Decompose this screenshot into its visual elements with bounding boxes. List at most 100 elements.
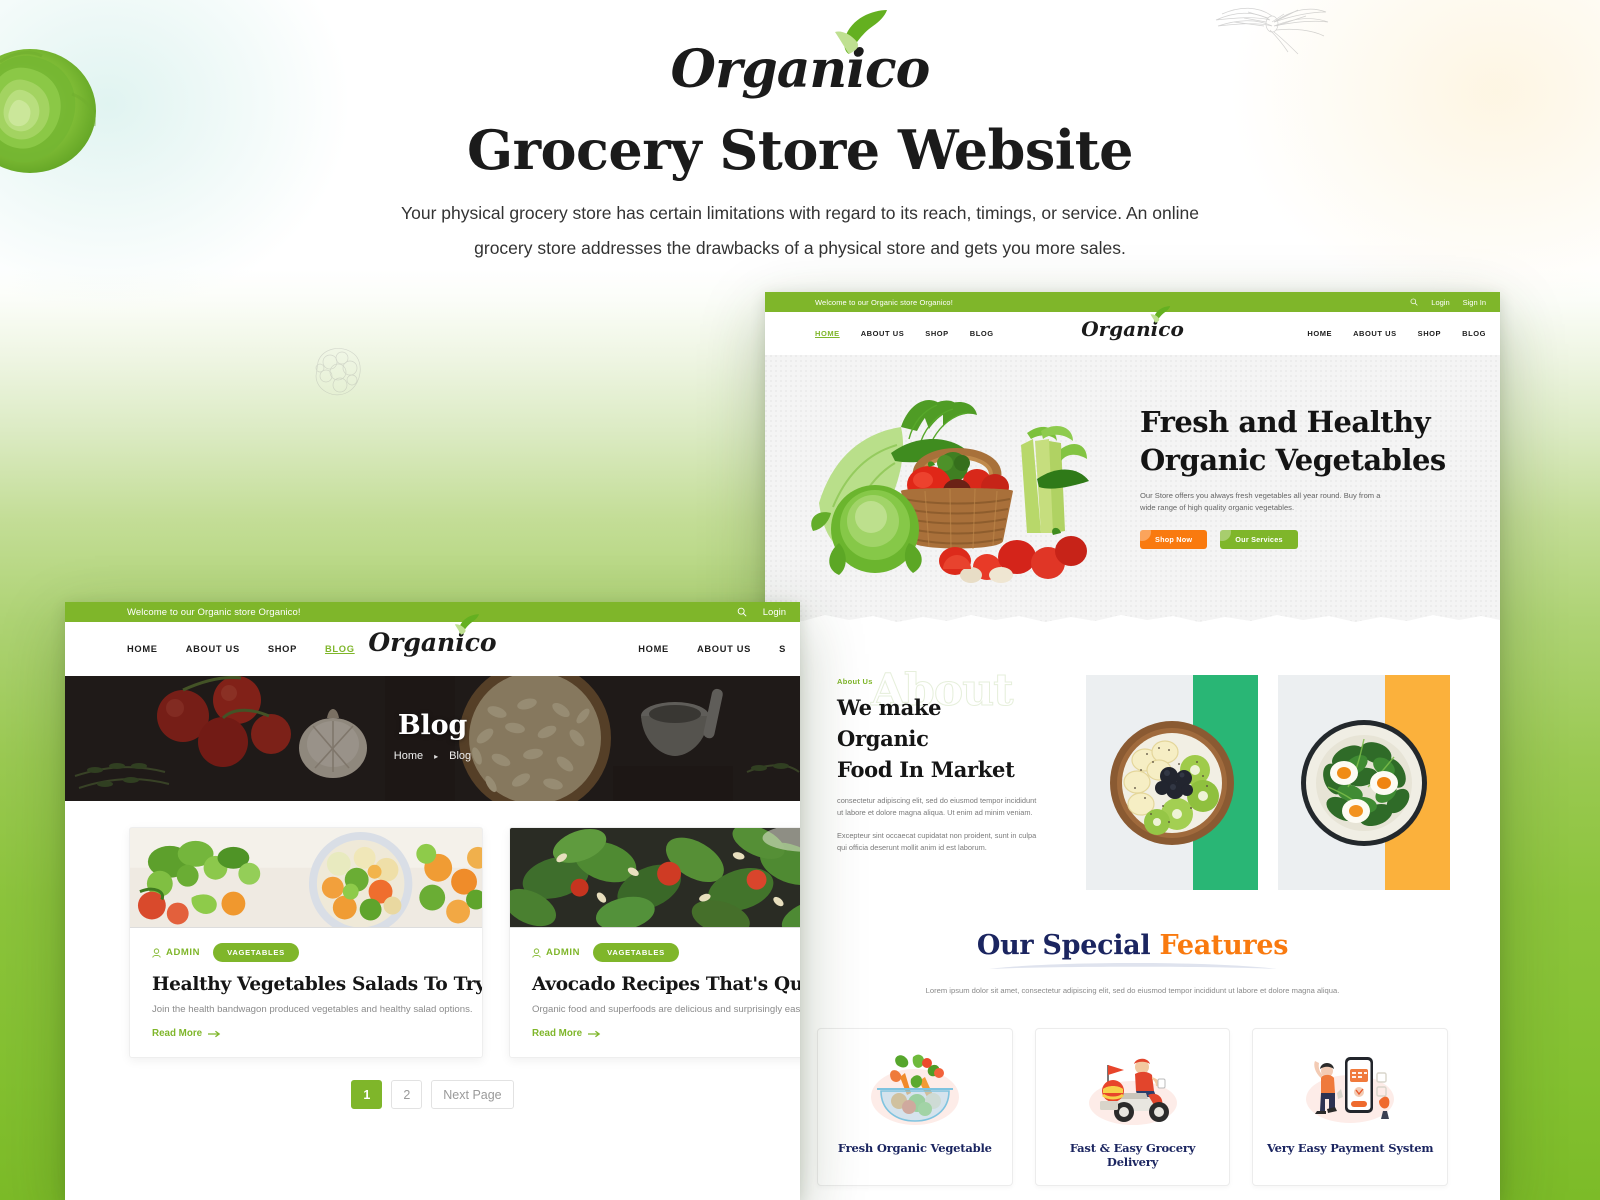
post-author-label: ADMIN (546, 947, 581, 958)
feature-card-title: Fresh Organic Vegetable (837, 1140, 992, 1155)
topbar-welcome-text: Welcome to our Organic store Organico! (127, 606, 301, 618)
nav-item-blog[interactable]: BLOG (325, 644, 355, 654)
blog-post-card[interactable]: ADMIN VAGETABLES Healthy Vegetables Sala… (129, 827, 483, 1058)
vegetable-salad-bowl-photo (130, 828, 482, 928)
blog-banner-title: Blog (397, 710, 468, 741)
features-title-dark: Our Special (976, 930, 1151, 961)
pagination-next-page[interactable]: Next Page (431, 1080, 514, 1109)
feature-card-title: Fast & Easy Grocery Delivery (1069, 1140, 1196, 1169)
nav-item-home[interactable]: HOME (815, 329, 840, 338)
breadcrumb-separator-icon: ▸ (434, 751, 439, 761)
blog-nav-brand[interactable]: Organico (368, 614, 497, 656)
nav2-item-home[interactable]: HOME (1307, 329, 1332, 338)
our-services-label: Our Services (1235, 535, 1283, 544)
post-excerpt: Organic food and superfoods are deliciou… (532, 1004, 800, 1015)
home-nav-brand[interactable]: Organico (1081, 306, 1184, 341)
our-services-button[interactable]: Our Services (1220, 530, 1298, 549)
blog-post-grid: ADMIN VAGETABLES Healthy Vegetables Sala… (65, 801, 800, 1058)
breadcrumb-current: Blog (449, 750, 472, 762)
post-category-badge[interactable]: VAGETABLES (213, 943, 299, 962)
mobile-payment-illustration (1263, 1049, 1437, 1127)
nav2-item-home[interactable]: HOME (638, 644, 669, 654)
about-paragraph-1: consectetur adipiscing elit, sed do eius… (837, 796, 1037, 818)
about-title-line2: Food In Market (837, 757, 1015, 782)
post-author-label: ADMIN (166, 947, 201, 958)
page-logo: Organico (0, 10, 1600, 112)
vegetable-bowl-illustration (828, 1049, 1002, 1127)
nav-item-about-us[interactable]: ABOUT US (186, 644, 240, 654)
leaf-icon (833, 8, 891, 61)
read-more-label: Read More (152, 1028, 203, 1039)
search-icon[interactable] (737, 607, 747, 617)
fruit-bowl-photo (1086, 675, 1258, 890)
green-salad-photo (510, 828, 800, 928)
nav-item-about-us[interactable]: ABOUT US (861, 329, 905, 338)
home-main-nav: HOME ABOUT US SHOP BLOG Organico HOME AB… (765, 306, 1500, 355)
features-title-accent: Features (1159, 930, 1289, 961)
post-author[interactable]: ADMIN (152, 947, 200, 958)
breadcrumb: Home ▸ Blog (65, 750, 800, 762)
user-icon (152, 947, 161, 958)
post-author[interactable]: ADMIN (532, 947, 580, 958)
search-icon[interactable] (1410, 298, 1418, 306)
page-subtitle: Your physical grocery store has certain … (401, 203, 1199, 258)
nav2-item-blog[interactable]: BLOG (1462, 329, 1486, 338)
hero-copy: Fresh and Healthy Organic Vegetables Our… (1140, 403, 1470, 549)
login-link[interactable]: Login (1431, 298, 1449, 307)
about-section: About About Us We make Organic Food In M… (765, 625, 1500, 890)
blog-post-card[interactable]: ADMIN VAGETABLES Avocado Recipes That's … (509, 827, 800, 1058)
read-more-label: Read More (532, 1028, 583, 1039)
button-bubble (1220, 530, 1232, 541)
nav2-item-shop[interactable]: SHOP (1418, 329, 1441, 338)
nav2-item-shop[interactable]: S (779, 644, 786, 654)
post-title[interactable]: Healthy Vegetables Salads To Try (152, 974, 482, 995)
arrow-right-icon (208, 1030, 221, 1037)
about-title-line1: We make Organic (837, 695, 942, 751)
read-more-link[interactable]: Read More (532, 1028, 800, 1039)
nav2-item-about-us[interactable]: ABOUT US (697, 644, 751, 654)
pagination-page-2[interactable]: 2 (391, 1080, 423, 1109)
post-title[interactable]: Avocado Recipes That's Quick (532, 974, 800, 995)
home-page-mockup: Welcome to our Organic store Organico! L… (765, 292, 1500, 1200)
hero-title-line2: Organic Vegetables (1140, 443, 1446, 477)
user-icon (532, 947, 541, 958)
blog-banner: Blog Home ▸ Blog (65, 676, 800, 801)
blog-topbar: Welcome to our Organic store Organico! L… (65, 602, 800, 622)
leaf-icon (1150, 305, 1172, 329)
feature-card[interactable]: Very Easy Payment System (1252, 1027, 1449, 1186)
pagination-page-1[interactable]: 1 (351, 1080, 383, 1109)
feature-card[interactable]: Fast & Easy Grocery Delivery (1034, 1027, 1231, 1186)
signin-link[interactable]: Sign In (1463, 298, 1486, 307)
breadcrumb-home[interactable]: Home (394, 750, 423, 762)
vegetable-basket-photo (805, 383, 1095, 583)
leaf-icon (454, 613, 481, 641)
cauliflower-sketch-decoration (308, 340, 370, 402)
nav-item-home[interactable]: HOME (127, 644, 158, 654)
nav-item-shop[interactable]: SHOP (268, 644, 297, 654)
feature-card[interactable]: Fresh Organic Vegetable (817, 1027, 1013, 1186)
spinach-egg-salad-photo (1278, 675, 1450, 890)
blog-page-mockup: Welcome to our Organic store Organico! L… (65, 602, 800, 1200)
button-bubble (1140, 530, 1151, 541)
about-paragraph-2: Excepteur sint occaecat cupidatat non pr… (837, 830, 1037, 853)
features-section: Our Special Features Lorem ipsum dolor s… (765, 930, 1500, 1186)
post-category-badge[interactable]: VAGETABLES (593, 943, 679, 962)
home-topbar: Welcome to our Organic store Organico! L… (765, 292, 1500, 312)
scooter-delivery-illustration (1046, 1049, 1220, 1127)
nav-item-shop[interactable]: SHOP (925, 329, 948, 338)
hero-banner: Fresh and Healthy Organic Vegetables Our… (765, 355, 1500, 625)
about-kicker: About Us (837, 677, 873, 686)
page-title: Grocery Store Website (466, 118, 1134, 182)
blog-main-nav: HOME ABOUT US SHOP BLOG Organico HOME AB… (65, 614, 800, 676)
title-swoosh-decoration (988, 963, 1277, 969)
shop-now-label: Shop Now (1155, 535, 1193, 544)
topbar-welcome-text: Welcome to our Organic store Organico! (815, 297, 953, 307)
nav2-item-about-us[interactable]: ABOUT US (1353, 329, 1397, 338)
post-excerpt: Join the health bandwagon produced veget… (152, 1004, 473, 1015)
features-subtitle: Lorem ipsum dolor sit amet, consectetur … (925, 986, 1340, 995)
nav-item-blog[interactable]: BLOG (970, 329, 994, 338)
read-more-link[interactable]: Read More (152, 1028, 460, 1039)
hero-paragraph: Our Store offers you always fresh vegeta… (1140, 491, 1381, 512)
shop-now-button[interactable]: Shop Now (1140, 530, 1208, 549)
login-link[interactable]: Login (763, 607, 786, 618)
